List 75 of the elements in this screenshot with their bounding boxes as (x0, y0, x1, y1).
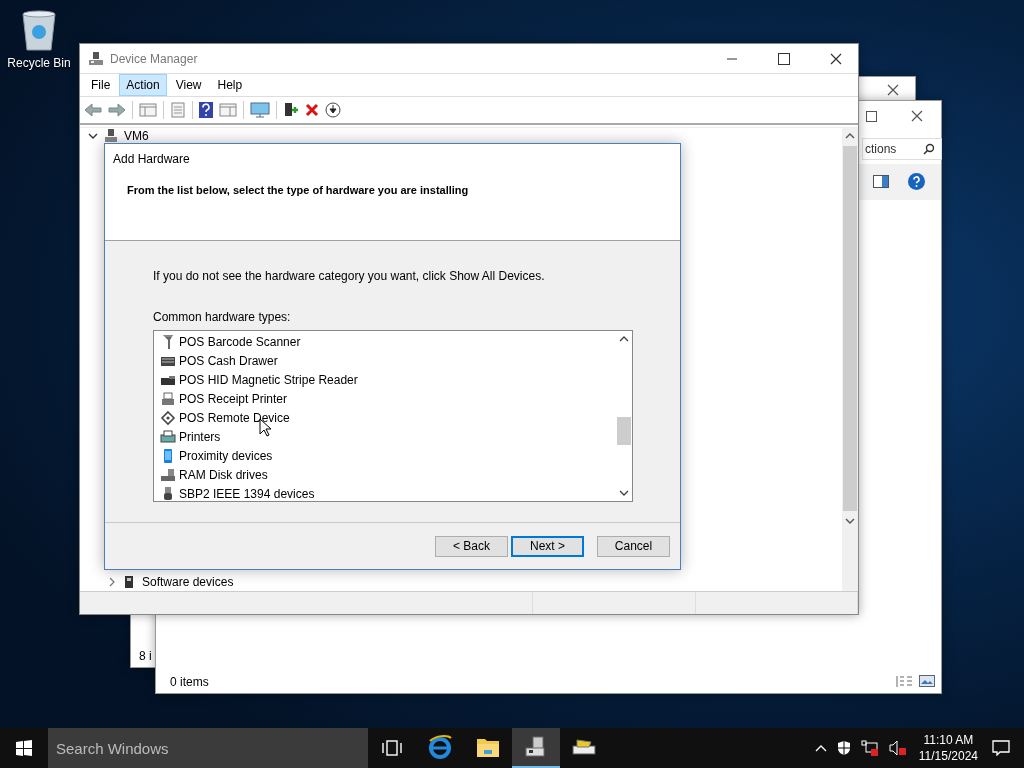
menu-item[interactable]: Help (210, 74, 250, 96)
list-item[interactable]: POS Remote Device (154, 408, 616, 427)
list-item[interactable]: POS Receipt Printer (154, 389, 616, 408)
recycle-bin-icon[interactable] (19, 8, 59, 52)
remove-icon[interactable] (305, 103, 319, 117)
dialog-button[interactable]: < Back (435, 535, 508, 557)
scrollbar[interactable] (842, 128, 858, 591)
dialog-heading: From the list below, select the type of hardware you are installing (126, 184, 470, 196)
list-item[interactable]: Printers (154, 427, 616, 446)
pane-icon[interactable] (873, 175, 889, 188)
tree-item[interactable]: Software devices (142, 575, 234, 589)
network-error-icon[interactable] (860, 740, 879, 756)
help-icon[interactable] (199, 102, 213, 118)
clock-time[interactable]: 11:10 AM (923, 733, 974, 747)
desktop-icon-label[interactable]: Recycle Bin (7, 56, 71, 70)
chevron-icon[interactable] (88, 132, 98, 140)
maximize-icon[interactable] (778, 52, 790, 65)
scroll-down-icon[interactable] (845, 517, 855, 525)
menu-item[interactable]: Action (119, 74, 167, 96)
scroll-down-icon[interactable] (619, 489, 629, 497)
device-icon (124, 575, 134, 589)
monitor-icon[interactable] (250, 102, 270, 118)
search-field[interactable]: Search Windows (48, 728, 368, 768)
folder-icon (476, 736, 500, 758)
help-icon[interactable] (908, 173, 925, 190)
diamond-icon (160, 409, 176, 426)
chevron-up-icon[interactable] (814, 744, 827, 752)
window-title: Device Manager (110, 51, 198, 66)
printer-icon (160, 390, 176, 407)
menu-item[interactable]: File (84, 74, 118, 96)
scroll-thumb[interactable] (617, 417, 631, 445)
browser-icon (428, 735, 452, 759)
close-icon[interactable] (911, 110, 923, 122)
scroll-up-icon[interactable] (619, 335, 629, 343)
device-manager-icon (88, 50, 104, 67)
taskbar-app[interactable] (512, 728, 560, 768)
start-icon[interactable] (16, 740, 32, 756)
list-item[interactable]: POS HID Magnetic Stripe Reader (154, 370, 616, 389)
task-view-icon[interactable] (382, 740, 402, 756)
add-driver-icon[interactable] (283, 102, 299, 118)
hardware-icon (571, 736, 597, 758)
list-item[interactable]: POS Cash Drawer (154, 351, 616, 370)
muted-speaker-icon[interactable] (888, 740, 907, 756)
shield-icon[interactable] (836, 740, 851, 756)
list-item[interactable]: SBP2 IEEE 1394 devices (154, 484, 616, 503)
tiles-view-icon[interactable] (919, 675, 935, 687)
scroll-thumb[interactable] (843, 146, 857, 511)
device-manager-icon (524, 735, 548, 759)
search-icon (923, 143, 935, 155)
status-text: 8 i (139, 649, 152, 663)
instruction-text: If you do not see the hardware category you want, click Show All Devices. (153, 269, 546, 283)
scroll-up-icon[interactable] (845, 132, 855, 140)
tree-item[interactable]: VM6 (124, 129, 149, 143)
close-icon[interactable] (830, 52, 842, 65)
drive-icon (160, 466, 176, 483)
printer-icon (160, 428, 176, 445)
clock-date[interactable]: 11/15/2024 (918, 749, 978, 763)
back-arrow-icon[interactable] (84, 102, 102, 118)
list-label: Common hardware types: (153, 310, 292, 324)
computer-icon (104, 128, 118, 144)
menu-item[interactable]: View (168, 74, 209, 96)
list-item[interactable]: RAM Disk drives (154, 465, 616, 484)
maximize-icon[interactable] (866, 111, 877, 122)
notification-icon[interactable] (992, 740, 1010, 756)
dialog-title: Add Hardware (113, 152, 191, 166)
dialog-button[interactable]: Next > (511, 535, 584, 557)
list-item[interactable]: POS Barcode Scanner (154, 332, 616, 351)
download-icon[interactable] (325, 102, 341, 118)
list-item[interactable]: Proximity devices (154, 446, 616, 465)
close-icon[interactable] (887, 84, 899, 96)
search-field[interactable]: ctions (862, 138, 942, 160)
status-text: 0 items (170, 675, 209, 689)
dialog-button[interactable]: Cancel (597, 535, 670, 557)
hardware-type-list[interactable]: POS Barcode Scanner POS Cash Drawer POS HID Magnetic Stripe Reader POS Receipt Printer POS Remote Device Printers Proximity devices RAM Disk drives SBP2 IEEE 1394 devices (153, 330, 633, 502)
forward-arrow-icon[interactable] (108, 102, 126, 118)
